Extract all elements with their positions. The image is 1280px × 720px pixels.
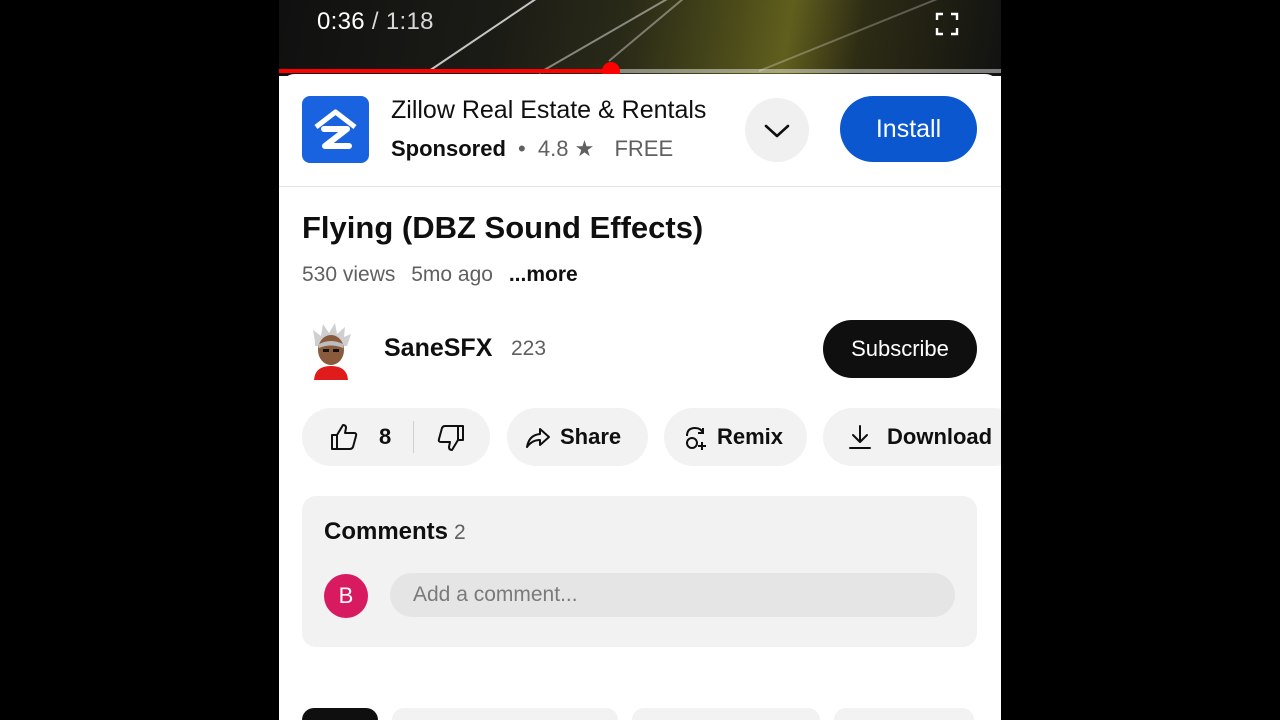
thumbs-up-icon[interactable]	[329, 422, 359, 452]
details-sheet: Zillow Real Estate & Rentals Sponsored •…	[279, 74, 1001, 720]
progress-bar[interactable]	[279, 62, 1001, 76]
video-frame-streak	[758, 0, 945, 72]
install-button[interactable]: Install	[840, 96, 977, 162]
subscribe-button[interactable]: Subscribe	[823, 320, 977, 378]
comment-placeholder: Add a comment...	[413, 583, 578, 606]
progress-fill	[279, 69, 612, 73]
duration: 1:18	[385, 8, 434, 35]
video-frame-streak	[608, 0, 748, 62]
divider	[413, 421, 414, 453]
share-icon	[526, 428, 550, 448]
download-icon	[849, 425, 871, 449]
thumbs-down-icon[interactable]	[436, 423, 466, 453]
comment-input[interactable]: Add a comment...	[390, 573, 955, 617]
sponsored-ad[interactable]: Zillow Real Estate & Rentals Sponsored •…	[279, 74, 1001, 187]
subscriber-count: 223	[511, 337, 547, 360]
star-icon: ★	[574, 136, 595, 161]
like-dislike-group: 8	[302, 408, 490, 466]
filter-chip[interactable]	[632, 708, 820, 720]
fullscreen-icon[interactable]	[935, 12, 959, 36]
filter-chip[interactable]	[302, 708, 378, 720]
filter-chip[interactable]	[834, 708, 974, 720]
ad-meta: Sponsored • 4.8 ★ FREE	[391, 136, 673, 162]
chevron-down-icon	[764, 124, 790, 138]
download-label: Download	[887, 424, 993, 449]
video-player[interactable]: 0:36 / 1:18	[279, 0, 1001, 76]
remix-icon	[686, 426, 706, 450]
share-button[interactable]: Share	[507, 408, 648, 466]
current-time: 0:36	[317, 8, 365, 35]
video-frame-streak	[428, 0, 646, 72]
comments-count: 2	[454, 521, 466, 544]
comments-heading: Comments 2	[324, 518, 466, 546]
meta-dot: •	[518, 136, 526, 161]
channel-avatar[interactable]	[309, 322, 353, 380]
download-button[interactable]: Download	[823, 408, 1001, 466]
comments-section[interactable]: Comments 2 B Add a comment...	[302, 496, 977, 647]
share-label: Share	[560, 424, 622, 449]
time-separator: /	[371, 8, 379, 35]
video-stats: 530 views 5mo ago ...more	[302, 263, 578, 287]
app-rating: 4.8	[537, 136, 569, 161]
playback-time: 0:36 / 1:18	[317, 8, 434, 36]
video-title: Flying (DBZ Sound Effects)	[302, 210, 704, 245]
zillow-logo-icon	[302, 96, 369, 163]
view-count: 530 views	[302, 263, 396, 286]
app-price: FREE	[614, 136, 674, 161]
like-count: 8	[379, 424, 392, 449]
expand-ad-button[interactable]	[745, 98, 809, 162]
filter-chip[interactable]	[392, 708, 618, 720]
upload-age: 5mo ago	[411, 263, 493, 286]
ad-app-name[interactable]: Zillow Real Estate & Rentals	[391, 96, 706, 125]
comments-title: Comments	[324, 518, 449, 545]
remix-label: Remix	[717, 424, 784, 449]
more-link[interactable]: ...more	[509, 263, 578, 286]
channel-name[interactable]: SaneSFX	[384, 334, 492, 363]
sponsored-label: Sponsored	[391, 136, 506, 161]
phone-screen: 0:36 / 1:18 Zillow Real Estate & Rentals…	[279, 0, 1001, 720]
user-avatar: B	[324, 574, 368, 618]
remix-button[interactable]: Remix	[664, 408, 807, 466]
